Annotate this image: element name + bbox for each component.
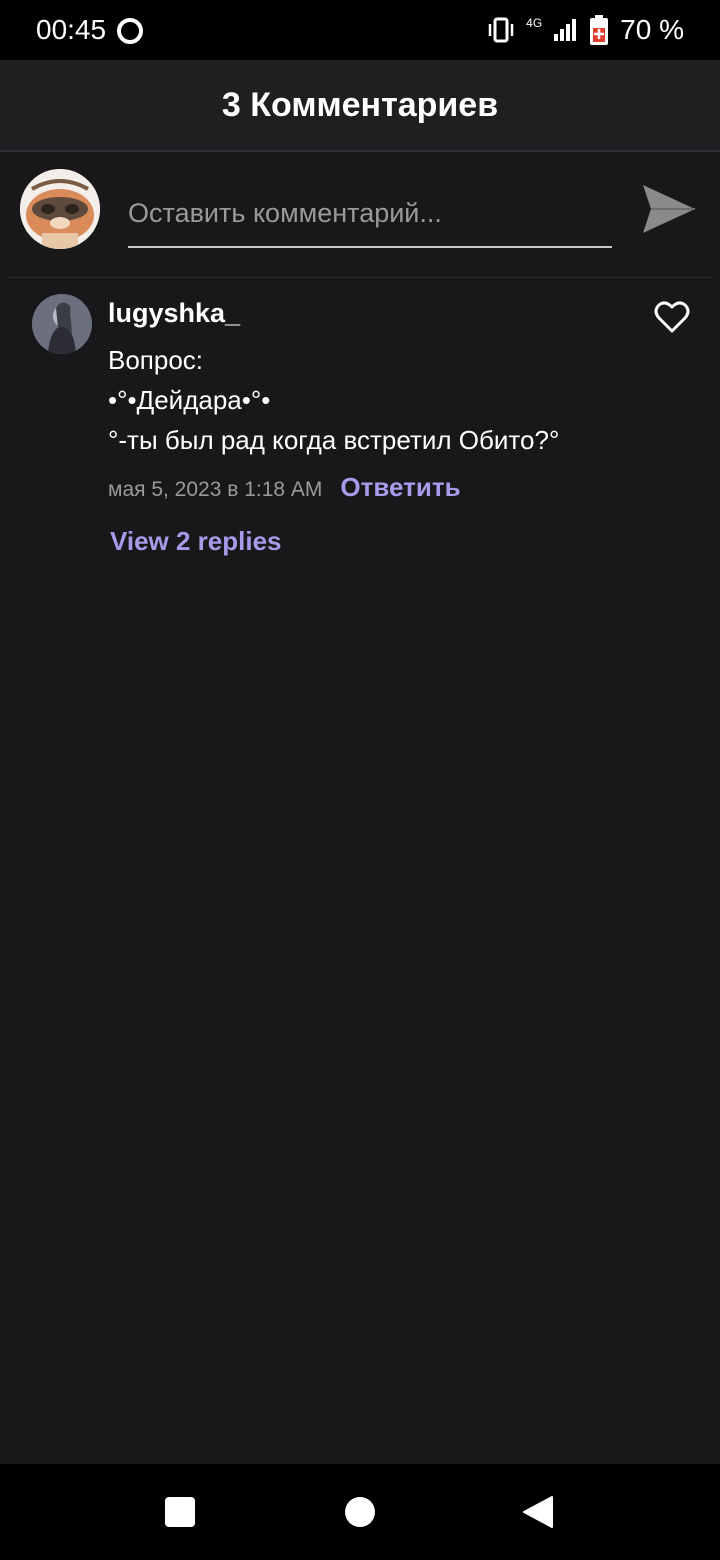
comment-date: мая 5, 2023 в 1:18 AM xyxy=(108,478,323,501)
status-bar: 00:45 4G 70 % xyxy=(0,0,720,60)
signal-icon xyxy=(554,19,577,41)
commenter-avatar-image xyxy=(32,294,92,354)
comment-input[interactable] xyxy=(128,180,612,248)
status-time: 00:45 xyxy=(36,14,107,45)
comment-body: Вопрос: •°•Дейдара•°• °-ты был рад когда… xyxy=(108,340,668,460)
vibrate-icon xyxy=(488,17,514,43)
battery-percent: 70 % xyxy=(620,14,684,45)
back-button[interactable] xyxy=(522,1495,554,1529)
reply-button[interactable]: Ответить xyxy=(340,472,460,503)
heart-icon xyxy=(654,301,690,333)
comment-username[interactable]: lugyshka_ xyxy=(108,298,240,329)
comment-text-line: Вопрос: xyxy=(108,345,204,375)
comment-meta: мая 5, 2023 в 1:18 AM Ответить xyxy=(108,472,461,503)
status-icons: 4G 70 % xyxy=(486,14,684,46)
home-button[interactable] xyxy=(345,1497,375,1527)
comment-avatar[interactable] xyxy=(32,294,92,354)
comment-composer xyxy=(0,152,720,276)
send-button[interactable] xyxy=(640,180,698,238)
battery-icon xyxy=(590,15,609,45)
user-avatar[interactable] xyxy=(20,169,100,249)
view-replies-link[interactable]: View 2 replies xyxy=(110,526,282,557)
system-nav-bar xyxy=(0,1464,720,1560)
like-button[interactable] xyxy=(654,300,690,334)
comment-text-line: °-ты был рад когда встретил Обито?° xyxy=(108,425,560,455)
divider xyxy=(8,277,712,278)
network-type: 4G xyxy=(526,16,543,30)
recents-button[interactable] xyxy=(165,1497,195,1527)
comments-header: 3 Комментариев xyxy=(0,60,720,152)
page-title: 3 Комментариев xyxy=(221,85,499,124)
raccoon-avatar-image xyxy=(20,169,100,249)
opera-icon xyxy=(117,18,143,44)
comment-text-line: •°•Дейдара•°• xyxy=(108,385,271,415)
send-icon xyxy=(643,185,695,233)
